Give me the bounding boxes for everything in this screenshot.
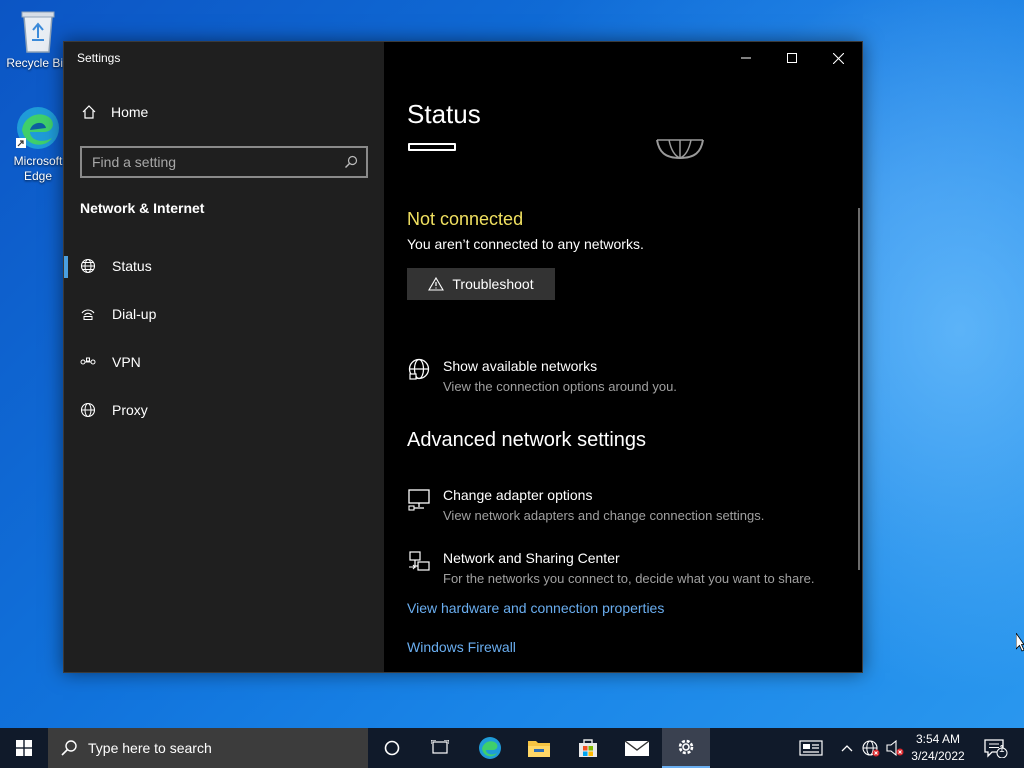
windows-firewall-link[interactable]: Windows Firewall bbox=[407, 639, 516, 655]
edge-icon bbox=[479, 737, 501, 759]
warning-icon bbox=[428, 277, 445, 291]
desktop-icon-label: Microsoft Edge bbox=[13, 154, 63, 183]
recycle-bin-icon bbox=[21, 11, 55, 53]
home-nav[interactable]: Home bbox=[81, 104, 148, 120]
sidebar-item-label: Status bbox=[112, 258, 152, 274]
sidebar-item-label: Dial-up bbox=[112, 306, 157, 322]
scrollbar[interactable] bbox=[858, 208, 860, 570]
globe-network-icon bbox=[408, 358, 430, 380]
volume-tray-button[interactable] bbox=[884, 728, 906, 768]
close-button[interactable] bbox=[815, 42, 861, 74]
taskbar-store[interactable] bbox=[564, 728, 612, 768]
connection-status-desc: You aren’t connected to any networks. bbox=[407, 236, 644, 252]
taskbar-settings[interactable] bbox=[662, 728, 710, 768]
notification-count: 1 bbox=[999, 744, 1005, 755]
vpn-icon bbox=[80, 357, 96, 365]
news-widget-button[interactable] bbox=[796, 728, 826, 768]
settings-icon bbox=[678, 739, 694, 755]
connection-status: Not connected bbox=[407, 209, 524, 229]
home-icon bbox=[82, 105, 96, 119]
change-adapter-options[interactable]: Change adapter options View network adap… bbox=[407, 487, 764, 523]
option-desc: View network adapters and change connect… bbox=[443, 508, 765, 523]
taskbar-mail[interactable] bbox=[613, 728, 661, 768]
network-diagram-icon bbox=[408, 139, 704, 160]
search-icon bbox=[61, 740, 77, 756]
news-icon bbox=[799, 740, 823, 756]
network-sharing-center[interactable]: Network and Sharing Center For the netwo… bbox=[407, 550, 814, 586]
minimize-button[interactable] bbox=[723, 42, 769, 74]
troubleshoot-button[interactable]: Troubleshoot bbox=[407, 268, 555, 300]
page-title: Status bbox=[407, 99, 481, 129]
search-input[interactable] bbox=[92, 154, 322, 170]
advanced-settings-heading: Advanced network settings bbox=[407, 429, 647, 451]
adapter-monitor-icon bbox=[408, 489, 430, 511]
store-icon bbox=[579, 739, 597, 757]
show-available-networks[interactable]: Show available networks View the connect… bbox=[407, 358, 677, 394]
maximize-button[interactable] bbox=[769, 42, 815, 74]
section-title: Network & Internet bbox=[80, 200, 205, 216]
option-title: Network and Sharing Center bbox=[443, 550, 620, 566]
task-view-button[interactable] bbox=[416, 728, 464, 768]
option-title: Show available networks bbox=[443, 358, 598, 374]
home-label: Home bbox=[111, 104, 149, 120]
main-content: Status Not connected You aren’t connecte… bbox=[384, 42, 862, 672]
taskbar-search-placeholder: Type here to search bbox=[88, 740, 212, 756]
globe-icon bbox=[80, 402, 96, 418]
search-icon bbox=[345, 155, 358, 168]
close-icon bbox=[832, 52, 844, 64]
option-desc: View the connection options around you. bbox=[443, 379, 677, 394]
windows-logo-icon bbox=[16, 740, 32, 756]
task-view-icon bbox=[431, 740, 449, 754]
taskbar: Type here to search 3:54 AM 3/24/2022 1 bbox=[0, 728, 1024, 768]
sidebar-item-label: Proxy bbox=[112, 402, 148, 418]
cortana-button[interactable] bbox=[368, 728, 416, 768]
chevron-up-icon bbox=[841, 745, 853, 752]
edge-icon bbox=[16, 107, 59, 149]
taskbar-file-explorer[interactable] bbox=[515, 728, 563, 768]
start-button[interactable] bbox=[0, 728, 48, 768]
clock-date: 3/24/2022 bbox=[911, 749, 965, 763]
find-setting-search[interactable] bbox=[80, 146, 368, 178]
taskbar-edge[interactable] bbox=[466, 728, 514, 768]
sidebar-item-proxy[interactable]: Proxy bbox=[64, 390, 384, 430]
maximize-icon bbox=[787, 53, 797, 63]
show-hidden-icons-button[interactable] bbox=[838, 728, 856, 768]
window-title: Settings bbox=[77, 51, 121, 65]
globe-status-icon bbox=[80, 258, 96, 274]
settings-window: Settings Home Network & Internet Status bbox=[63, 41, 863, 673]
sidebar-item-label: VPN bbox=[112, 354, 141, 370]
sharing-center-icon bbox=[409, 551, 430, 571]
dialup-icon bbox=[81, 309, 95, 320]
sidebar-item-vpn[interactable]: VPN bbox=[64, 342, 384, 382]
sidebar: Settings Home Network & Internet Status bbox=[64, 42, 384, 672]
option-title: Change adapter options bbox=[443, 487, 593, 503]
mouse-cursor-icon bbox=[1016, 633, 1024, 652]
minimize-icon bbox=[741, 57, 751, 59]
file-explorer-icon bbox=[528, 741, 550, 757]
action-center-button[interactable]: 1 bbox=[976, 728, 1016, 768]
volume-muted-icon bbox=[886, 739, 904, 757]
mail-icon bbox=[624, 740, 650, 756]
troubleshoot-label: Troubleshoot bbox=[452, 276, 534, 292]
hardware-properties-link[interactable]: View hardware and connection properties bbox=[407, 600, 664, 616]
desktop-icon-label: Recycle Bin bbox=[6, 56, 70, 70]
option-desc: For the networks you connect to, decide … bbox=[443, 571, 815, 586]
sidebar-item-status[interactable]: Status bbox=[64, 246, 384, 286]
taskbar-clock[interactable]: 3:54 AM 3/24/2022 bbox=[906, 731, 970, 765]
network-disconnected-icon bbox=[862, 740, 880, 757]
cortana-icon bbox=[384, 740, 400, 756]
clock-time: 3:54 AM bbox=[915, 732, 961, 746]
taskbar-search[interactable]: Type here to search bbox=[48, 728, 368, 768]
network-tray-button[interactable] bbox=[860, 728, 882, 768]
sidebar-item-dialup[interactable]: Dial-up bbox=[64, 294, 384, 334]
